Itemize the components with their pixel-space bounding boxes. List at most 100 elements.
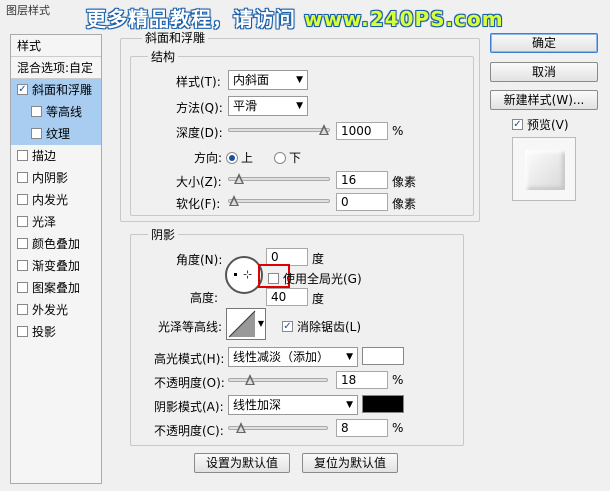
style-list-item[interactable]: 投影 <box>11 321 101 343</box>
global-light-label: 使用全局光(G) <box>283 272 362 286</box>
watermark-url: www.240PS.com <box>303 7 504 31</box>
angle-unit: 度 <box>312 252 325 266</box>
altitude-input[interactable]: 40 <box>266 288 308 306</box>
soften-slider[interactable] <box>228 195 330 206</box>
dialog-title: 图层样式 <box>6 4 50 17</box>
style-label: 样式(T): <box>176 75 221 89</box>
shadow-opacity-slider[interactable] <box>228 422 328 433</box>
preview-bevel-square <box>525 150 565 190</box>
style-list: 样式 混合选项:自定 斜面和浮雕等高线纹理描边内阴影内发光光泽颜色叠加渐变叠加图… <box>10 34 102 484</box>
highlight-opacity-slider[interactable] <box>228 374 328 385</box>
make-default-button[interactable]: 设置为默认值 <box>194 453 290 473</box>
shadow-color-swatch[interactable] <box>362 395 404 413</box>
checkbox-empty-icon[interactable] <box>31 128 42 139</box>
checkbox-empty-icon[interactable] <box>17 216 28 227</box>
direction-up-radio[interactable]: 上 <box>226 149 253 166</box>
depth-label: 深度(D): <box>176 126 223 140</box>
soften-label: 软化(F): <box>176 197 221 211</box>
depth-input[interactable]: 1000 <box>336 122 388 140</box>
chevron-down-icon: ▼ <box>346 400 353 410</box>
style-list-item-label: 外发光 <box>32 303 69 317</box>
style-list-header[interactable]: 样式 <box>11 35 101 57</box>
preview-checkbox[interactable]: 预览(V) <box>512 116 569 133</box>
preview-swatch <box>512 137 576 201</box>
highlight-mode-label: 高光模式(H): <box>154 352 225 366</box>
style-list-item[interactable]: 内发光 <box>11 189 101 211</box>
style-list-item[interactable]: 图案叠加 <box>11 277 101 299</box>
style-list-item-label: 渐变叠加 <box>32 259 81 273</box>
direction-down-label: 下 <box>289 151 302 165</box>
global-light-checkbox[interactable]: 使用全局光(G) <box>268 270 362 287</box>
style-list-item-label: 描边 <box>32 149 57 163</box>
technique-select[interactable]: 平滑 ▼ <box>228 96 308 116</box>
style-list-item[interactable]: 渐变叠加 <box>11 255 101 277</box>
style-list-item-label: 斜面和浮雕 <box>32 83 93 97</box>
depth-unit: % <box>392 124 404 138</box>
style-list-item-label: 颜色叠加 <box>32 237 81 251</box>
shadow-opacity-thumb[interactable] <box>236 422 246 434</box>
size-slider-thumb[interactable] <box>234 173 244 185</box>
style-list-item[interactable]: 描边 <box>11 145 101 167</box>
highlight-color-swatch[interactable] <box>362 347 404 365</box>
direction-down-radio[interactable]: 下 <box>274 149 301 166</box>
chevron-down-icon: ▼ <box>346 352 353 362</box>
style-list-item[interactable]: 内阴影 <box>11 167 101 189</box>
checkbox-empty-icon[interactable] <box>17 172 28 183</box>
bevel-section-title: 斜面和浮雕 <box>142 29 209 46</box>
highlight-opacity-thumb[interactable] <box>245 374 255 386</box>
gloss-contour-picker[interactable]: ▼ <box>226 308 266 340</box>
direction-label: 方向: <box>194 151 223 165</box>
checkbox-empty-icon[interactable] <box>17 304 28 315</box>
highlight-mode-select[interactable]: 线性减淡（添加） ▼ <box>228 347 358 367</box>
shadow-mode-label: 阴影模式(A): <box>154 400 224 414</box>
highlight-opacity-input[interactable]: 18 <box>336 371 388 389</box>
style-list-item[interactable]: 外发光 <box>11 299 101 321</box>
checkbox-empty-icon[interactable] <box>17 260 28 271</box>
altitude-label: 高度: <box>190 291 219 305</box>
checkbox-empty-icon[interactable] <box>17 282 28 293</box>
size-unit: 像素 <box>392 175 417 189</box>
style-list-item[interactable]: 斜面和浮雕 <box>11 79 101 101</box>
style-list-item-label: 内发光 <box>32 193 69 207</box>
depth-slider-thumb[interactable] <box>319 124 329 136</box>
style-list-item[interactable]: 纹理 <box>11 123 101 145</box>
size-slider[interactable] <box>228 173 330 184</box>
style-list-item[interactable]: 光泽 <box>11 211 101 233</box>
direction-up-label: 上 <box>241 151 254 165</box>
cancel-button[interactable]: 取消 <box>490 62 598 82</box>
checkbox-empty-icon[interactable] <box>17 326 28 337</box>
style-list-item-label: 光泽 <box>32 215 57 229</box>
ok-button[interactable]: 确定 <box>490 33 598 53</box>
checkbox-empty-icon[interactable] <box>17 150 28 161</box>
soften-input[interactable]: 0 <box>336 193 388 211</box>
shading-title: 阴影 <box>148 226 179 243</box>
style-select[interactable]: 内斜面 ▼ <box>228 70 308 90</box>
antialias-checkbox[interactable]: 消除锯齿(L) <box>282 318 361 335</box>
depth-slider[interactable] <box>228 124 330 135</box>
size-label: 大小(Z): <box>176 175 222 189</box>
shadow-opacity-label: 不透明度(C): <box>154 424 224 438</box>
style-list-item-label: 等高线 <box>46 105 83 119</box>
checkbox-checked-icon <box>282 321 293 332</box>
shadow-opacity-input[interactable]: 8 <box>336 419 388 437</box>
blend-options-item[interactable]: 混合选项:自定 <box>11 57 101 79</box>
shadow-mode-select[interactable]: 线性加深 ▼ <box>228 395 358 415</box>
soften-slider-thumb[interactable] <box>229 195 239 207</box>
checkbox-empty-icon[interactable] <box>31 106 42 117</box>
checkbox-empty-icon <box>268 273 279 284</box>
contour-preview-icon <box>228 310 256 338</box>
gloss-contour-label: 光泽等高线: <box>158 320 223 334</box>
technique-label: 方法(Q): <box>176 101 223 115</box>
checkbox-checked-icon[interactable] <box>17 84 28 95</box>
checkbox-empty-icon[interactable] <box>17 194 28 205</box>
new-style-button[interactable]: 新建样式(W)... <box>490 90 598 110</box>
checkbox-empty-icon[interactable] <box>17 238 28 249</box>
style-list-item[interactable]: 等高线 <box>11 101 101 123</box>
chevron-down-icon: ▼ <box>296 101 303 111</box>
radio-selected-icon <box>226 151 238 164</box>
style-list-item[interactable]: 颜色叠加 <box>11 233 101 255</box>
size-input[interactable]: 16 <box>336 171 388 189</box>
reset-default-button[interactable]: 复位为默认值 <box>302 453 398 473</box>
highlight-opacity-label: 不透明度(O): <box>154 376 225 390</box>
style-list-item-label: 内阴影 <box>32 171 69 185</box>
